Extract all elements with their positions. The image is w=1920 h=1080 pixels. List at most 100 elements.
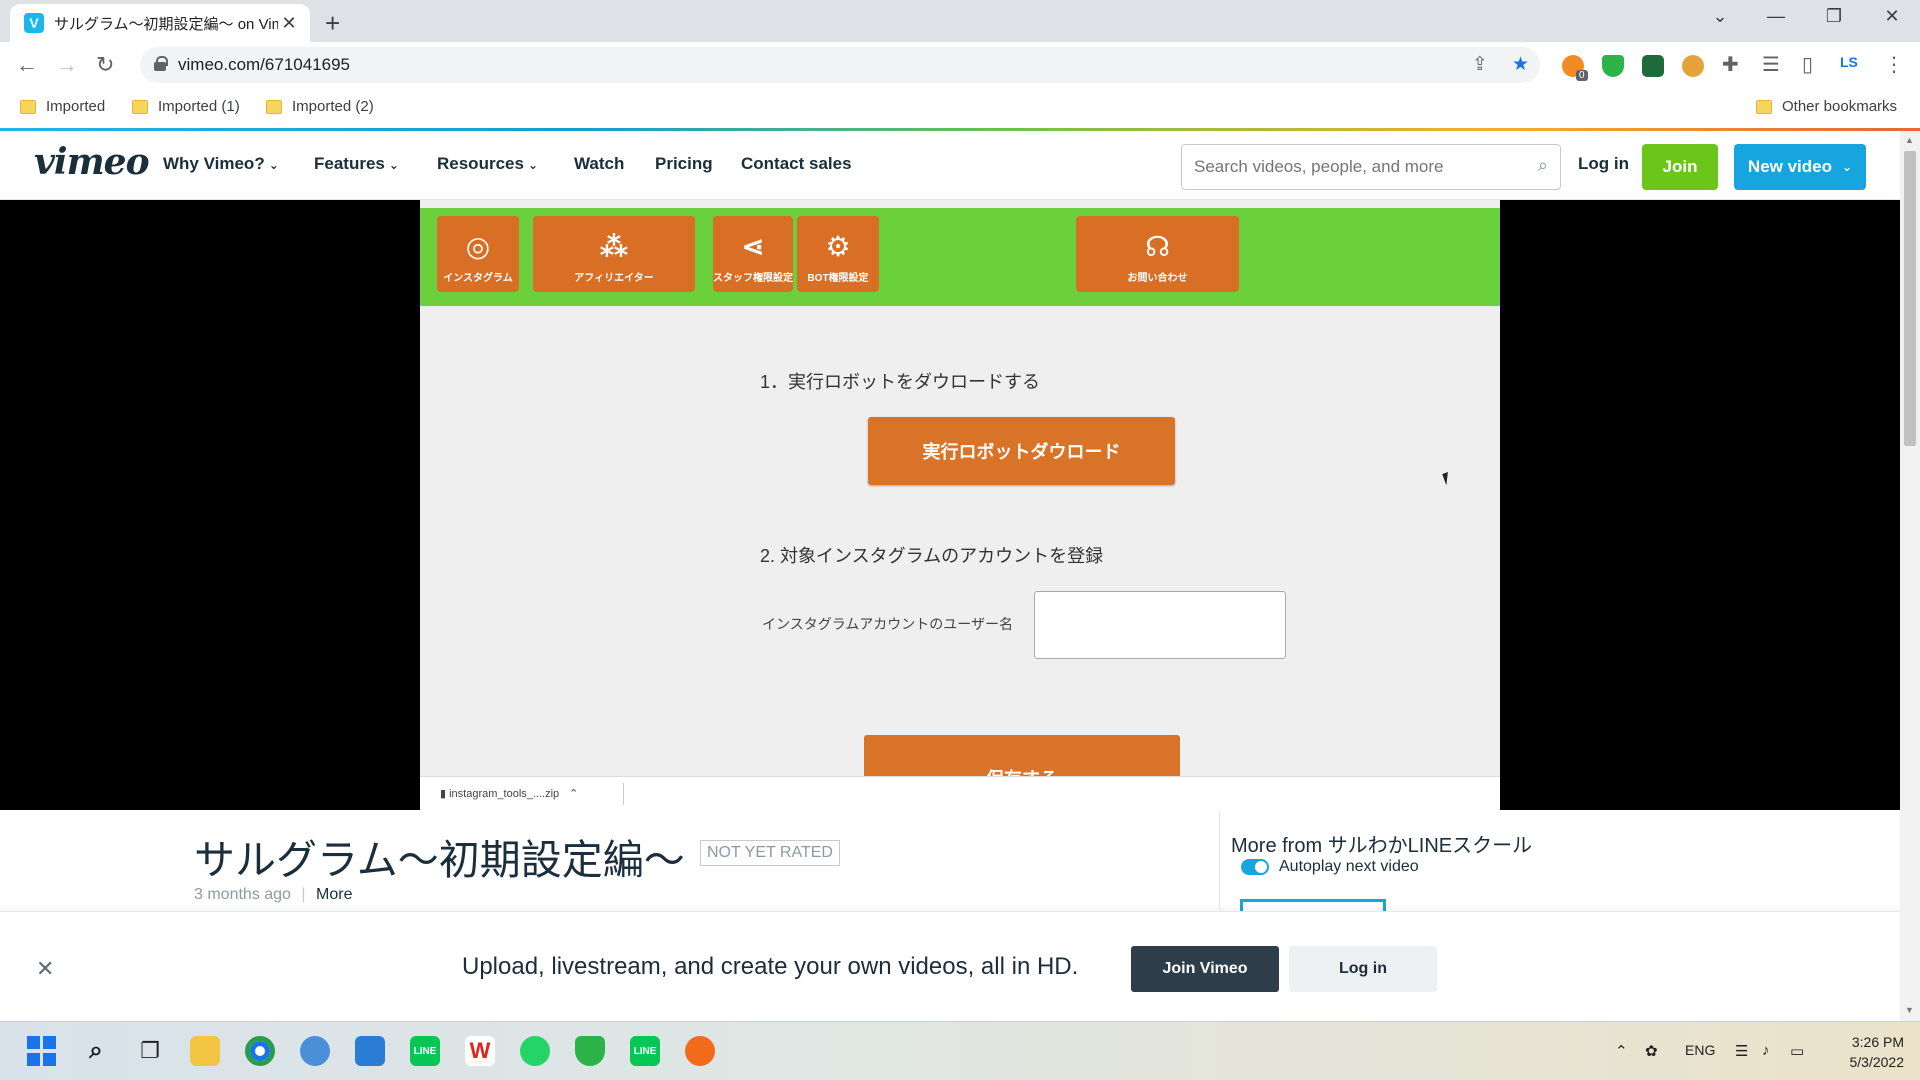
minimize-button[interactable]: — bbox=[1756, 6, 1796, 27]
search-icon[interactable]: ⌕ bbox=[1538, 155, 1548, 176]
vpn-shield-icon[interactable] bbox=[575, 1036, 605, 1066]
bookmark-folder-imported[interactable]: Imported bbox=[20, 98, 105, 115]
upload-age: 3 months ago bbox=[194, 886, 291, 903]
page-scrollbar[interactable]: ▲ ▼ bbox=[1900, 131, 1920, 1021]
nav-contact-sales[interactable]: Contact sales bbox=[741, 154, 852, 174]
tab-search-icon[interactable]: ⌄ bbox=[1700, 6, 1740, 27]
chrome-icon[interactable] bbox=[245, 1036, 275, 1066]
signup-banner: ✕ Upload, livestream, and create your ow… bbox=[0, 911, 1900, 1021]
volume-icon[interactable]: ♪ bbox=[1762, 1042, 1770, 1059]
nav-features[interactable]: Features ⌄ bbox=[314, 154, 399, 174]
close-tab-icon[interactable]: ✕ bbox=[278, 13, 300, 34]
network-icon: ⁂ bbox=[599, 231, 629, 262]
forward-icon[interactable]: → bbox=[56, 52, 78, 78]
scrollbar-thumb[interactable] bbox=[1904, 151, 1916, 446]
windows-start-icon[interactable] bbox=[26, 1036, 56, 1066]
extension-colorful-icon[interactable] bbox=[1682, 55, 1704, 77]
gear-icon: ⚙ bbox=[825, 231, 851, 262]
notepad-icon[interactable] bbox=[355, 1036, 385, 1066]
side-panel-icon[interactable]: ▯ bbox=[1802, 52, 1813, 77]
search-icon[interactable]: ⌕ bbox=[81, 1036, 111, 1066]
menu-contact: ☊ お問い合わせ bbox=[1076, 216, 1239, 292]
reload-icon[interactable]: ↻ bbox=[96, 52, 114, 78]
address-bar[interactable]: vimeo.com/671041695 ⇪ ★ bbox=[140, 47, 1540, 83]
app-menu-bar: ◎ インスタグラム ⁂ アフィリエイター ⋖ スタッフ権限設定 ⚙ BOT権限設定 ☊ お… bbox=[420, 208, 1500, 306]
video-frame[interactable]: ◎ インスタグラム ⁂ アフィリエイター ⋖ スタッフ権限設定 ⚙ BOT権限設定 ☊ お… bbox=[420, 200, 1500, 810]
nav-label: Why Vimeo? bbox=[163, 154, 265, 173]
globe-app-icon[interactable] bbox=[300, 1036, 330, 1066]
line-icon-2[interactable]: LINE bbox=[630, 1036, 660, 1066]
toggle-switch[interactable] bbox=[1241, 859, 1269, 875]
close-icon[interactable]: ✕ bbox=[36, 956, 54, 982]
nav-label: Features bbox=[314, 154, 385, 173]
language-indicator[interactable]: ENG bbox=[1685, 1042, 1715, 1058]
autoplay-toggle[interactable]: Autoplay next video bbox=[1241, 858, 1419, 876]
chevron-down-icon: ⌄ bbox=[527, 158, 538, 172]
browser-tab-strip: V サルグラム～初期設定編～ on Vimeo ✕ + ⌄ — ❐ ✕ bbox=[0, 0, 1920, 42]
menu-staff-permission: ⋖ スタッフ権限設定 bbox=[713, 216, 793, 292]
battery-icon[interactable]: ▭ bbox=[1790, 1042, 1804, 1060]
join-vimeo-button[interactable]: Join Vimeo bbox=[1131, 946, 1279, 992]
browser-tab[interactable]: V サルグラム～初期設定編～ on Vimeo ✕ bbox=[10, 4, 310, 42]
extension-download-icon[interactable] bbox=[1642, 55, 1664, 77]
nav-watch[interactable]: Watch bbox=[574, 154, 624, 174]
bookmark-folder-imported-2[interactable]: Imported (2) bbox=[266, 98, 374, 115]
banner-login-button[interactable]: Log in bbox=[1289, 946, 1437, 992]
bookmark-folder-imported-1[interactable]: Imported (1) bbox=[132, 98, 240, 115]
scroll-down-icon[interactable]: ▼ bbox=[1905, 1005, 1914, 1015]
menu-label: BOT権限設定 bbox=[807, 273, 869, 284]
wifi-icon[interactable]: ☰ bbox=[1735, 1042, 1748, 1060]
chevron-down-icon: ⌄ bbox=[1842, 160, 1853, 174]
url-text[interactable]: vimeo.com/671041695 bbox=[178, 55, 350, 75]
nav-resources[interactable]: Resources ⌄ bbox=[437, 154, 538, 174]
login-link[interactable]: Log in bbox=[1578, 154, 1629, 174]
media-control-icon[interactable]: ☰ bbox=[1762, 52, 1780, 77]
whatsapp-icon[interactable] bbox=[520, 1036, 550, 1066]
vimeo-favicon-icon: V bbox=[24, 13, 44, 33]
folder-icon bbox=[20, 99, 36, 114]
start-tile bbox=[42, 1036, 56, 1050]
folder-icon bbox=[266, 99, 282, 114]
wps-office-icon[interactable]: W bbox=[465, 1036, 495, 1066]
new-tab-button[interactable]: + bbox=[325, 8, 340, 39]
search-input[interactable] bbox=[1182, 145, 1512, 189]
extension-shield-icon[interactable] bbox=[1602, 55, 1624, 77]
share-icon[interactable]: ⇪ bbox=[1472, 53, 1488, 76]
bookmark-star-icon[interactable]: ★ bbox=[1512, 53, 1529, 76]
menu-label: インスタグラム bbox=[443, 273, 513, 284]
new-video-button[interactable]: New video ⌄ bbox=[1734, 144, 1866, 190]
menu-affiliator: ⁂ アフィリエイター bbox=[533, 216, 695, 292]
menu-label: お問い合わせ bbox=[1127, 273, 1188, 284]
avast-icon[interactable] bbox=[685, 1036, 715, 1066]
rating-badge: NOT YET RATED bbox=[700, 840, 840, 866]
nav-why-vimeo[interactable]: Why Vimeo? ⌄ bbox=[163, 154, 279, 174]
chrome-menu-icon[interactable]: ⋮ bbox=[1884, 52, 1904, 77]
chevron-down-icon: ⌄ bbox=[388, 158, 399, 172]
instagram-username-label: インスタグラムアカウントのユーザー名 bbox=[762, 616, 1014, 632]
download-item: ▮ instagram_tools_....zip ⌃ bbox=[440, 787, 578, 800]
menu-bot-permission: ⚙ BOT権限設定 bbox=[797, 216, 879, 292]
bookmark-label: Imported (1) bbox=[158, 98, 240, 115]
vimeo-logo[interactable]: vimeo bbox=[34, 141, 150, 183]
system-clock[interactable]: 3:26 PM 5/3/2022 bbox=[1830, 1032, 1905, 1072]
scroll-up-icon[interactable]: ▲ bbox=[1905, 135, 1914, 145]
back-icon[interactable]: ← bbox=[16, 52, 38, 78]
instagram-username-field bbox=[1034, 591, 1286, 659]
tray-app-icon[interactable]: ✿ bbox=[1645, 1042, 1658, 1060]
line-icon[interactable]: LINE bbox=[410, 1036, 440, 1066]
restore-button[interactable]: ❐ bbox=[1814, 6, 1854, 27]
more-link[interactable]: More bbox=[316, 886, 352, 903]
nav-pricing[interactable]: Pricing bbox=[655, 154, 713, 174]
more-from-heading[interactable]: More from サルわかLINEスクール bbox=[1231, 829, 1532, 858]
profile-avatar[interactable]: LS bbox=[1840, 54, 1858, 70]
task-view-icon[interactable]: ❐ bbox=[135, 1036, 165, 1066]
close-window-button[interactable]: ✕ bbox=[1872, 6, 1912, 27]
other-bookmarks[interactable]: Other bookmarks bbox=[1756, 98, 1897, 115]
video-player[interactable]: ◎ インスタグラム ⁂ アフィリエイター ⋖ スタッフ権限設定 ⚙ BOT権限設定 ☊ お… bbox=[0, 200, 1900, 810]
join-button[interactable]: Join bbox=[1642, 144, 1718, 190]
file-explorer-icon[interactable] bbox=[190, 1036, 220, 1066]
chevron-up-icon[interactable]: ⌃ bbox=[1615, 1042, 1628, 1060]
extensions-puzzle-icon[interactable]: ✚ bbox=[1722, 52, 1739, 77]
lock-icon[interactable] bbox=[154, 56, 168, 71]
next-video-thumbnail[interactable] bbox=[1240, 899, 1386, 911]
